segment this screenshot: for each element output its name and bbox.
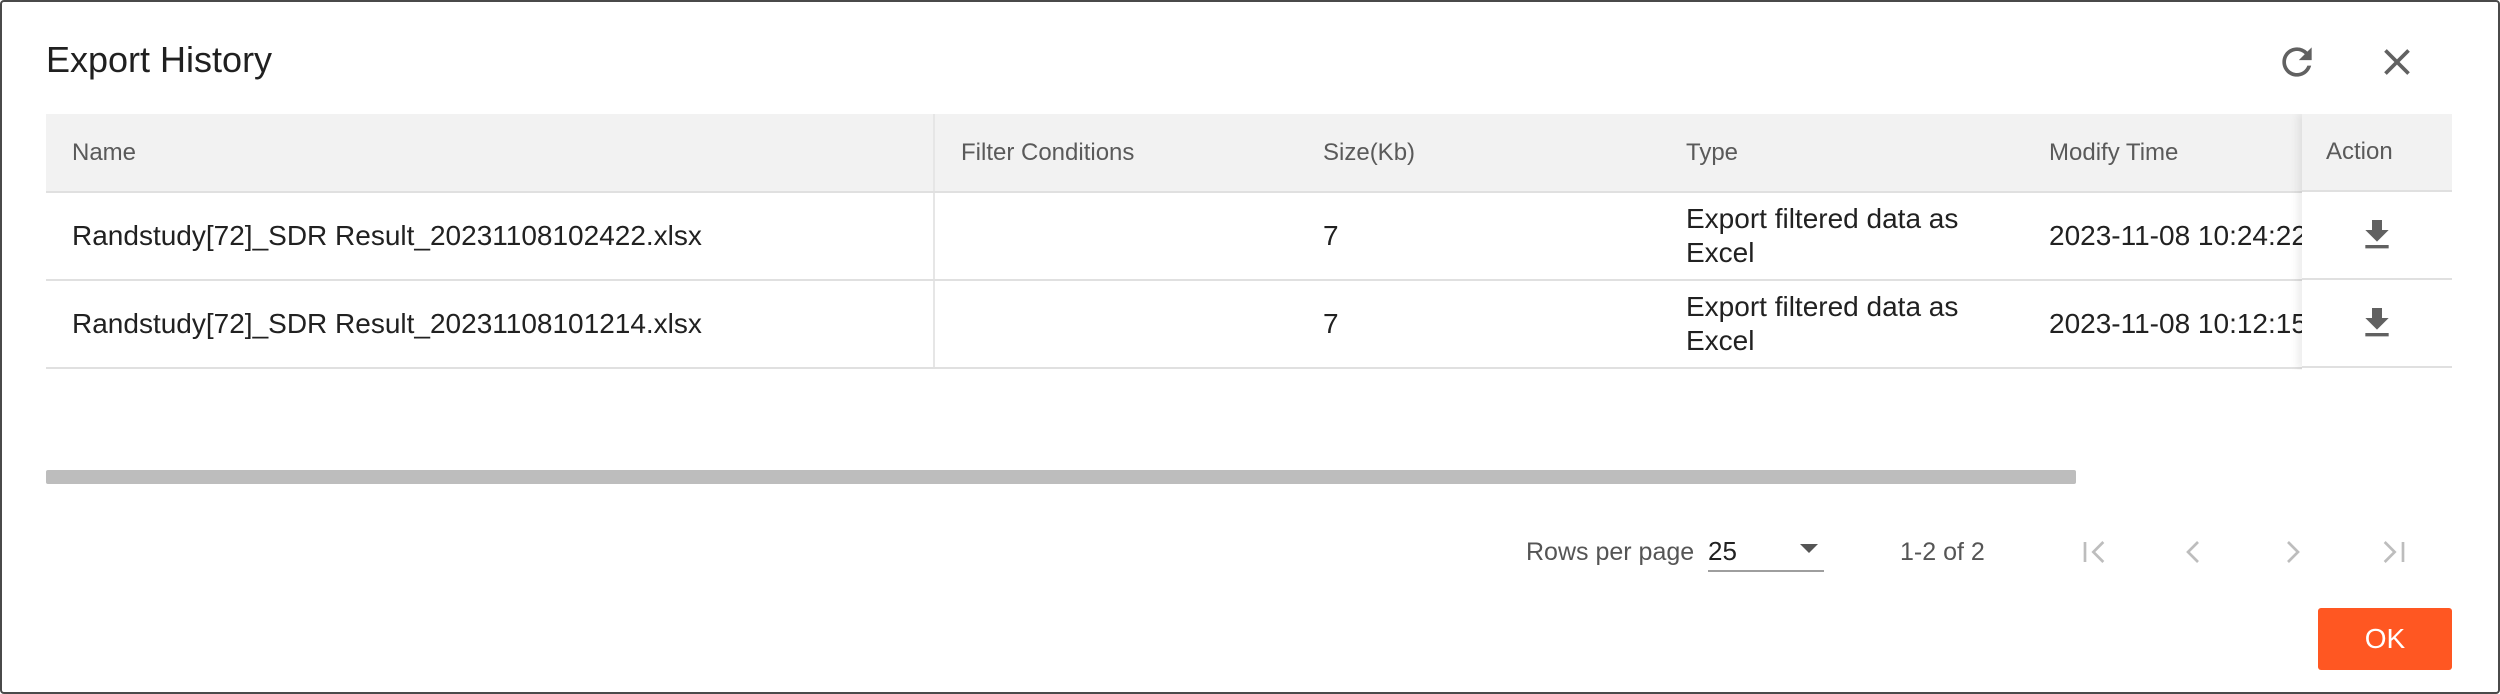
- refresh-icon: [2282, 47, 2312, 77]
- download-button[interactable]: [2302, 192, 2452, 280]
- export-table: Name Filter Conditions Size(Kb) Type Mod…: [46, 114, 2452, 370]
- close-button[interactable]: [2369, 34, 2425, 90]
- last-page-icon: [2383, 541, 2405, 563]
- cell-type: Export filtered data as Excel: [1660, 280, 2023, 369]
- chevron-left-icon: [2186, 541, 2199, 563]
- download-icon: [2365, 308, 2389, 337]
- cell-type: Export filtered data as Excel: [1660, 192, 2023, 281]
- export-history-table: Name Filter Conditions Size(Kb) Type Mod…: [46, 114, 2452, 369]
- ok-button[interactable]: OK: [2318, 608, 2452, 670]
- export-history-dialog: Export History Name Filter Conditions Si…: [0, 0, 2500, 694]
- close-icon: [2384, 49, 2410, 75]
- download-button[interactable]: [2302, 280, 2452, 368]
- column-header-size[interactable]: Size(Kb): [1297, 114, 1660, 193]
- table-scroll-area[interactable]: Name Filter Conditions Size(Kb) Type Mod…: [46, 114, 2452, 370]
- cell-size: 7: [1297, 192, 1660, 281]
- download-icon: [2365, 220, 2389, 249]
- rows-per-page-value: 25: [1708, 536, 1737, 566]
- column-header-name[interactable]: Name: [46, 114, 935, 193]
- pagination-range: 1-2 of 2: [1900, 538, 1985, 566]
- table-row: Randstudy[72]_SDR Result_20231108101214.…: [46, 280, 2452, 369]
- cell-size: 7: [1297, 280, 1660, 369]
- cell-name: Randstudy[72]_SDR Result_20231108101214.…: [46, 280, 935, 369]
- chevron-right-icon: [2287, 541, 2300, 563]
- refresh-button[interactable]: [2269, 34, 2325, 90]
- first-page-icon: [2083, 541, 2105, 563]
- horizontal-scrollbar[interactable]: [46, 470, 2452, 484]
- cell-filter-conditions: [934, 192, 1297, 281]
- rows-per-page-label: Rows per page: [1526, 538, 1695, 566]
- column-header-filter-conditions[interactable]: Filter Conditions: [934, 114, 1297, 193]
- previous-page-button[interactable]: [2165, 526, 2221, 578]
- action-column: Action: [2302, 114, 2452, 370]
- dialog-title: Export History: [46, 39, 273, 80]
- next-page-button[interactable]: [2265, 526, 2321, 578]
- cell-name: Randstudy[72]_SDR Result_20231108102422.…: [46, 192, 935, 281]
- caret-down-icon: [1800, 544, 1818, 553]
- cell-filter-conditions: [934, 280, 1297, 369]
- table-header-row: Name Filter Conditions Size(Kb) Type Mod…: [46, 114, 2452, 193]
- table-row: Randstudy[72]_SDR Result_20231108102422.…: [46, 192, 2452, 281]
- first-page-button[interactable]: [2067, 526, 2123, 578]
- column-header-type[interactable]: Type: [1660, 114, 2023, 193]
- last-page-button[interactable]: [2365, 526, 2421, 578]
- rows-per-page-select[interactable]: 25: [1708, 532, 1824, 572]
- horizontal-scrollbar-thumb[interactable]: [46, 470, 2076, 484]
- column-header-action: Action: [2302, 114, 2452, 192]
